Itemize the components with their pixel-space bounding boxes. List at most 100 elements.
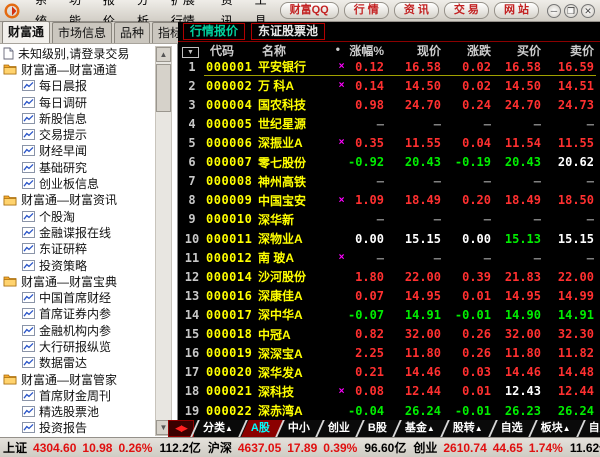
- quick-button-1[interactable]: 财富QQ: [279, 2, 339, 19]
- value-cell: 14.95: [404, 288, 441, 303]
- table-row[interactable]: 5 000006 深振业A × 0.35 11.55 0.04 11.54 11.55: [178, 133, 600, 152]
- sidebar-item[interactable]: 财富通—财富资讯: [0, 192, 155, 208]
- table-row[interactable]: 15 000018 中冠A 0.82 32.00 0.26 32.00 32.30: [178, 325, 600, 344]
- index-volume: 96.60亿: [364, 441, 407, 455]
- value-cell: 14.46: [404, 365, 441, 380]
- chart-icon: [22, 129, 35, 141]
- market-tab-中小[interactable]: 中小: [279, 420, 319, 437]
- sidebar-item[interactable]: 财富通—财富宝典: [0, 273, 155, 289]
- workspace-tab-3[interactable]: 品种: [114, 22, 151, 43]
- table-row[interactable]: 11 000012 南 玻A × – – – – –: [178, 248, 600, 267]
- sidebar-item[interactable]: 新股信息: [0, 110, 155, 126]
- market-tab-基金[interactable]: 基金▲: [396, 420, 444, 437]
- table-row[interactable]: 10 000011 深物业A 0.00 15.15 0.00 15.13 15.15: [178, 229, 600, 248]
- sidebar-item[interactable]: 金融谍报在线: [0, 224, 155, 240]
- sidebar-item[interactable]: 每日晨报: [0, 78, 155, 94]
- row-selector-header[interactable]: ▼: [178, 43, 206, 58]
- value-cell: –: [483, 250, 491, 265]
- table-row[interactable]: 19 000022 深赤湾A -0.04 26.24 -0.01 26.23 26.24: [178, 401, 600, 420]
- sidebar-item[interactable]: 财经早闻: [0, 143, 155, 159]
- sidebar-item[interactable]: 基础研究: [0, 159, 155, 175]
- sidebar-item[interactable]: 个股淘: [0, 208, 155, 224]
- row-number: 5: [188, 135, 196, 150]
- table-row[interactable]: 8 000009 中国宝安 × 1.09 18.49 0.20 18.49 18.50: [178, 191, 600, 210]
- chart-icon: [22, 243, 35, 255]
- sidebar-item[interactable]: 精选股票池: [0, 404, 155, 420]
- sidebar-item[interactable]: 中国首席财经: [0, 289, 155, 305]
- table-row[interactable]: 3 000004 国农科技 0.98 24.70 0.24 24.70 24.73: [178, 95, 600, 114]
- sidebar-item[interactable]: 每日调研: [0, 94, 155, 110]
- workspace-tab-1[interactable]: 财富通: [2, 21, 51, 43]
- market-tab-A股[interactable]: A股: [241, 420, 285, 437]
- sidebar-item[interactable]: 投资策略: [0, 257, 155, 273]
- sidebar-item[interactable]: 投资报告: [0, 420, 155, 436]
- sidebar-item[interactable]: 未知级别,请登录交易: [0, 45, 155, 61]
- market-tab-板块[interactable]: 板块▲: [532, 420, 580, 437]
- sidebar-item[interactable]: 金融机构内参: [0, 322, 155, 338]
- market-tab-股转[interactable]: 股转▲: [444, 420, 492, 437]
- chart-icon: [22, 406, 35, 418]
- table-row[interactable]: 7 000008 神州高铁 – – – – –: [178, 172, 600, 191]
- table-row[interactable]: 14 000017 深中华A -0.07 14.91 -0.01 14.90 14.91: [178, 305, 600, 324]
- table-row[interactable]: 18 000021 深科技 × 0.08 12.44 0.01 12.43 12.44: [178, 382, 600, 401]
- sidebar-item[interactable]: 财富通—财富管家: [0, 371, 155, 387]
- stock-code: 000005: [206, 116, 253, 131]
- table-row[interactable]: 9 000010 深华新 – – – – –: [178, 210, 600, 229]
- market-tab-创业[interactable]: 创业: [319, 420, 359, 437]
- chart-icon: [22, 308, 35, 320]
- sidebar-item[interactable]: 首席证券内参: [0, 306, 155, 322]
- table-row[interactable]: 13 000016 深康佳A 0.07 14.95 0.01 14.95 14.99: [178, 286, 600, 305]
- table-row[interactable]: 12 000014 沙河股份 1.80 22.00 0.39 21.83 22.00: [178, 267, 600, 286]
- scrollbar-thumb[interactable]: [156, 64, 171, 112]
- minimize-button[interactable]: ─: [547, 3, 561, 18]
- scroll-up-icon[interactable]: ▲: [156, 47, 171, 62]
- sidebar-item[interactable]: 数据雷达: [0, 355, 155, 371]
- table-row[interactable]: 16 000019 深深宝A 2.25 11.80 0.26 11.80 11.82: [178, 344, 600, 363]
- stock-name: 南 玻A: [258, 251, 295, 266]
- value-cell: –: [433, 250, 441, 265]
- table-row[interactable]: 4 000005 世纪星源 – – – – –: [178, 114, 600, 133]
- value-cell: –: [376, 212, 384, 227]
- index-value: 4637.05: [237, 440, 282, 455]
- sidebar-item[interactable]: 大行研报纵览: [0, 338, 155, 354]
- value-cell: 11.80: [404, 346, 441, 361]
- value-cell: –: [533, 250, 541, 265]
- sidebar-item[interactable]: 创业板信息: [0, 175, 155, 191]
- sidebar-item-label: 投资报告: [39, 421, 88, 436]
- workspace-tab-2[interactable]: 市场信息: [52, 22, 113, 43]
- market-tab-分类[interactable]: 分类▲: [194, 420, 242, 437]
- view-tab-1[interactable]: 行情报价: [183, 23, 246, 40]
- stock-name: 深赤湾A: [258, 404, 303, 419]
- index-percent: 1.74%: [528, 440, 563, 455]
- table-row[interactable]: 17 000020 深华发A 0.21 14.46 0.03 14.46 14.48: [178, 363, 600, 382]
- market-tab-自选[interactable]: 自选: [492, 420, 532, 437]
- quick-button-3[interactable]: 资 讯: [393, 2, 439, 19]
- sidebar-item[interactable]: 东证研粹: [0, 241, 155, 257]
- chart-icon: [22, 226, 35, 238]
- market-tab-B股[interactable]: B股: [359, 420, 396, 437]
- quick-button-2[interactable]: 行 情: [343, 2, 389, 19]
- chart-icon: [22, 340, 35, 352]
- sort-arrow-icon: ▲: [426, 424, 435, 433]
- sidebar-item[interactable]: 交易提示: [0, 126, 155, 142]
- close-button[interactable]: ✕: [581, 3, 595, 18]
- value-cell: 0.01: [462, 288, 491, 303]
- table-row[interactable]: 1 000001 平安银行 × 0.12 16.58 0.02 16.58 16.59: [178, 57, 600, 77]
- value-cell: –: [533, 174, 541, 189]
- stock-name: 神州高铁: [258, 174, 307, 189]
- sidebar-scrollbar[interactable]: ▲ ▼: [155, 46, 172, 436]
- quick-button-5[interactable]: 网 站: [493, 2, 539, 19]
- value-cell: -0.01: [454, 307, 491, 322]
- table-row[interactable]: 2 000002 万 科A × 0.14 14.50 0.02 14.50 14.51: [178, 76, 600, 95]
- table-row[interactable]: 6 000007 零七股份 -0.92 20.43 -0.19 20.43 20.62: [178, 153, 600, 172]
- quick-button-4[interactable]: 交 易: [443, 2, 489, 19]
- view-tab-2[interactable]: 东证股票池: [251, 23, 326, 40]
- sidebar-item[interactable]: 首席财金周刊: [0, 387, 155, 403]
- sidebar-item[interactable]: 财富通—财富通道: [0, 61, 155, 77]
- chart-icon: [22, 259, 35, 271]
- market-tab-自定[interactable]: 自定▲: [580, 420, 600, 437]
- restore-button[interactable]: ❐: [564, 3, 578, 18]
- workspace-tab-row: 财富通市场信息品种指标×: [0, 21, 199, 44]
- value-cell: 14.91: [557, 307, 594, 322]
- value-cell: –: [433, 116, 441, 131]
